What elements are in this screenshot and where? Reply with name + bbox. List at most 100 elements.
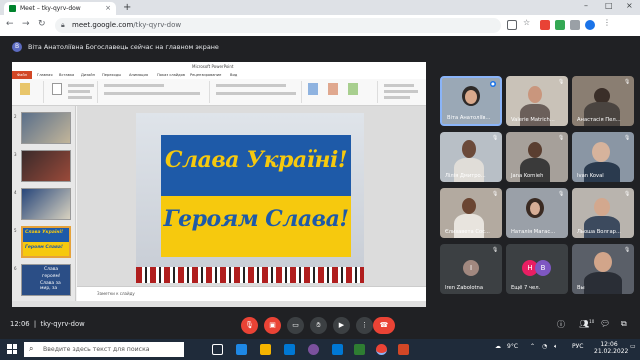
participant-tile-more[interactable]: Н В Ещё 7 чел. xyxy=(506,244,568,294)
participant-name: Єлизавета Сос... xyxy=(445,229,490,235)
mic-muted-icon: 🎙 xyxy=(624,247,631,253)
maximize-button[interactable]: □ xyxy=(605,1,613,10)
participant-name: Iren Zabolotna xyxy=(445,285,483,291)
camera-button[interactable]: ▣ xyxy=(264,317,281,334)
ribbon-line xyxy=(384,84,414,87)
file-explorer-icon[interactable] xyxy=(260,344,271,355)
captions-button[interactable]: ▭ xyxy=(287,317,304,334)
store-icon[interactable] xyxy=(284,344,295,355)
raise-hand-button[interactable]: ✋︎ xyxy=(310,317,327,334)
browser-chrome: Meet – tky-qyrv-dow × + – □ × ← → ↻ 🔒︎ m… xyxy=(0,0,640,36)
mic-muted-icon: 🎙 xyxy=(558,191,565,197)
thumb-text-1: Слава xyxy=(44,267,59,272)
people-icon[interactable]: 👥︎10 xyxy=(579,319,594,329)
slide-thumbnails-panel: 2 3 4 5 Слава Україні! Героям Слава! 6 С… xyxy=(12,106,76,301)
participant-tile-5[interactable]: 🎙 Ivan Koval xyxy=(572,132,634,182)
speaking-indicator-icon: ● xyxy=(490,81,496,87)
tray-chevron-icon[interactable]: ⌃ xyxy=(530,343,535,350)
quick-styles-icon xyxy=(348,83,358,95)
participant-video xyxy=(594,252,612,272)
mic-muted-icon: 🎙 xyxy=(558,135,565,141)
slide-thumbnail xyxy=(21,188,71,220)
participant-name: Наталія Магас... xyxy=(511,229,556,235)
leave-call-button[interactable]: ☎︎ xyxy=(373,317,395,334)
participant-video xyxy=(462,198,476,214)
camera-indicator-icon[interactable] xyxy=(507,20,517,30)
ribbon-group-clipboard xyxy=(14,81,44,103)
participant-tile-6[interactable]: 🎙 Єлизавета Сос... xyxy=(440,188,502,238)
ribbon-line xyxy=(384,90,418,93)
participant-tile-4[interactable]: 🎙 Jana Kornieh xyxy=(506,132,568,182)
windows-start-icon[interactable] xyxy=(7,344,17,354)
tab-bar: Meet – tky-qyrv-dow × + – □ × xyxy=(0,0,640,15)
meeting-clock: 12:06 | tky-qyrv-dow xyxy=(10,320,85,328)
meet-favicon-icon xyxy=(9,5,16,12)
thumb-number: 6 xyxy=(14,266,17,271)
more-options-button[interactable]: ⋮ xyxy=(356,317,373,334)
taskbar-clock[interactable]: 12:06 21.02.2022 xyxy=(594,341,628,355)
participant-tile-8[interactable]: 🎙 Льоша Волгар... xyxy=(572,188,634,238)
mail-icon[interactable] xyxy=(332,344,343,355)
forward-icon[interactable]: → xyxy=(22,19,30,29)
address-bar[interactable]: 🔒︎ meet.google.com/tky-qyrv-dow xyxy=(55,18,501,33)
participant-avatar: I xyxy=(463,260,479,276)
viber-icon[interactable] xyxy=(308,344,319,355)
participant-tile-0[interactable]: ● Віта Анатоліїв... xyxy=(440,76,502,126)
activities-icon[interactable]: ⧉ xyxy=(621,319,627,329)
extensions-puzzle-icon[interactable] xyxy=(570,20,580,30)
notifications-icon[interactable]: ▭ xyxy=(630,343,636,350)
ribbon-group-slides xyxy=(46,81,98,103)
participant-video xyxy=(592,142,610,162)
network-icon[interactable]: ◔ xyxy=(542,343,547,350)
extension-red-icon[interactable] xyxy=(540,20,550,30)
participant-name: Вы xyxy=(577,285,585,291)
reload-icon[interactable]: ↻ xyxy=(38,19,46,29)
participant-avatar-stacked: В xyxy=(535,260,551,276)
weather-temp[interactable]: 9°C xyxy=(507,343,518,350)
language-indicator[interactable]: РУС xyxy=(572,343,583,350)
participant-tile-3[interactable]: 🎙 Лілія Дмитро... xyxy=(440,132,502,182)
lock-icon[interactable]: 🔒︎ xyxy=(61,21,65,30)
slide-notes-pane: Заметки к слайду xyxy=(77,286,426,301)
participant-tile-7[interactable]: 🎙 Наталія Магас... xyxy=(506,188,568,238)
slide-thumbnail-selected: Слава Україні! Героям Слава! xyxy=(21,226,71,258)
edge-icon[interactable] xyxy=(236,344,247,355)
ppt-tab-insert: Вставка xyxy=(59,73,75,77)
ribbon-line xyxy=(68,84,94,87)
participant-tile-self[interactable]: 🎙 Вы xyxy=(572,244,634,294)
browser-tab-meet[interactable]: Meet – tky-qyrv-dow × xyxy=(4,2,116,15)
ribbon-group-font xyxy=(100,81,210,103)
ribbon-line xyxy=(216,92,296,95)
close-window-button[interactable]: × xyxy=(626,1,633,10)
thumb-text-top: Слава Україні! xyxy=(25,230,64,235)
present-button[interactable]: ▶ xyxy=(333,317,350,334)
slide-heading-glory-heroes: Героям Слава! xyxy=(163,206,349,232)
task-view-icon[interactable] xyxy=(212,344,223,355)
back-icon[interactable]: ← xyxy=(6,19,14,29)
app-icon[interactable] xyxy=(354,344,365,355)
powerpoint-icon[interactable] xyxy=(398,344,409,355)
profile-avatar[interactable] xyxy=(585,20,595,30)
bookmark-star-icon[interactable]: ☆ xyxy=(523,18,533,28)
chat-icon[interactable]: 💬︎ xyxy=(600,319,610,328)
weather-icon[interactable]: ☁︎ xyxy=(495,343,501,350)
minimize-button[interactable]: – xyxy=(584,1,588,10)
taskbar-search-box[interactable]: ⌕ Введите здесь текст для поиска xyxy=(24,342,184,357)
participant-name: Віта Анатоліїв... xyxy=(447,115,491,121)
thumb-number: 2 xyxy=(14,114,17,119)
ppt-tab-home: Главная xyxy=(37,73,53,77)
ribbon-line xyxy=(104,92,200,95)
meeting-info-icon[interactable]: ⓘ xyxy=(557,319,565,330)
volume-icon[interactable]: 🔈︎ xyxy=(554,343,558,351)
microphone-button[interactable]: 🎙︎ xyxy=(241,317,258,334)
thumb-number: 4 xyxy=(14,190,17,195)
ppt-tab-design: Дизайн xyxy=(81,73,95,77)
participant-tile-2[interactable]: 🎙 Анастасія Пел... xyxy=(572,76,634,126)
more-menu-icon[interactable]: ⋮ xyxy=(603,18,613,28)
chrome-icon[interactable] xyxy=(376,344,387,355)
new-tab-button[interactable]: + xyxy=(123,2,131,13)
extension-green-icon[interactable] xyxy=(555,20,565,30)
tab-close-icon[interactable]: × xyxy=(105,4,111,12)
participant-tile-9[interactable]: I 🎙 Iren Zabolotna xyxy=(440,244,502,294)
participant-tile-1[interactable]: 🎙 Valerie Matrich... xyxy=(506,76,568,126)
